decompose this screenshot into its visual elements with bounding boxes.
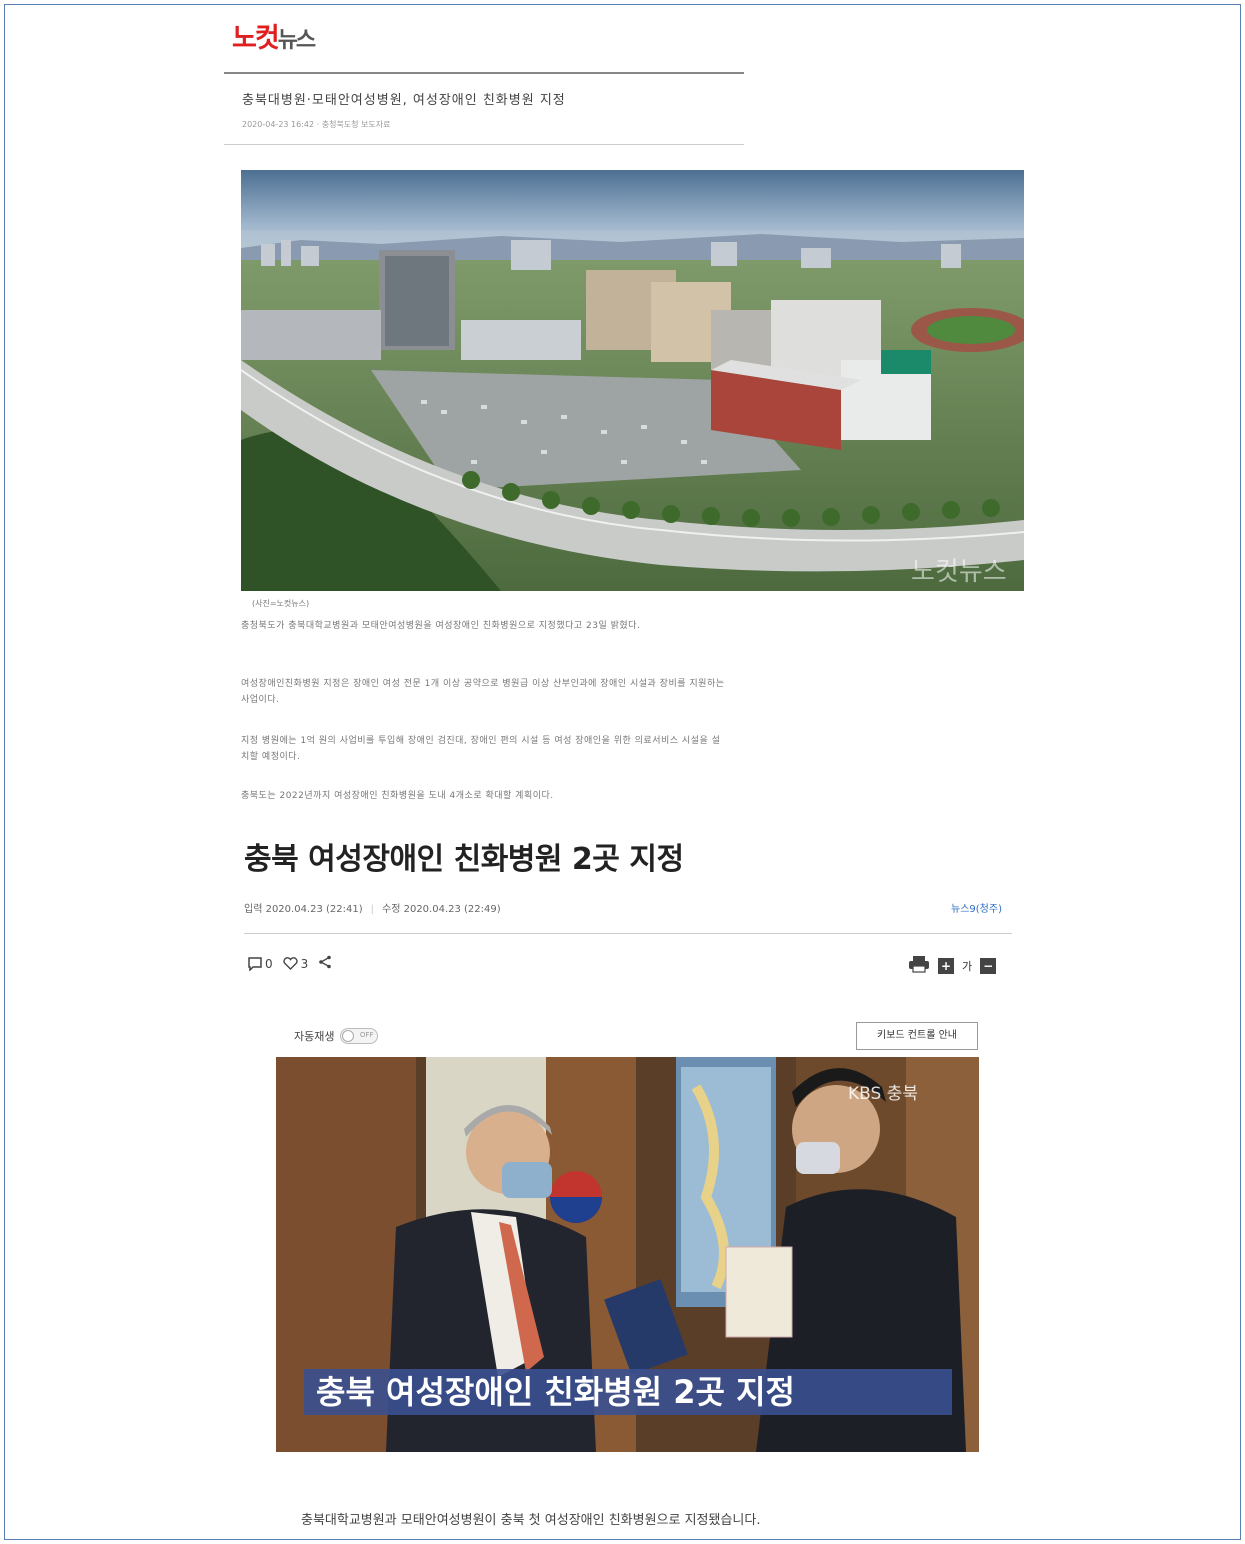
clip-paragraph-2: 여성장애인친화병원 지정은 장애인 여성 전문 1개 이상 공약으로 병원급 이… [241, 679, 725, 705]
article-lead: 충북대학교병원과 모태안여성병원이 충북 첫 여성장애인 친화병원으로 지정됐습… [301, 1513, 761, 1528]
share-button[interactable] [318, 955, 332, 972]
clip-divider [224, 144, 744, 145]
autoplay-control: 자동재생 OFF [294, 1028, 379, 1044]
hospital-aerial-photo: 노컷뉴스 [241, 170, 1024, 591]
modified-date: 수정 2020.04.23 (22:49) [382, 904, 501, 915]
article-title: 충북 여성장애인 친화병원 2곳 지정 [244, 842, 684, 877]
video-player[interactable]: 충북 여성장애인 친화병원 2곳 지정 KBS 충북 [276, 1057, 979, 1452]
clip-paragraph-1: 충청북도가 충북대학교병원과 모태안여성병원을 여성장애인 친화병원으로 지정했… [241, 621, 641, 631]
clip-paragraph-3: 지정 병원에는 1억 원의 사업비를 투입해 장애인 검진대, 장애인 편의 시… [241, 736, 721, 762]
photo-watermark: 노컷뉴스 [911, 557, 1007, 587]
comment-icon [248, 956, 262, 971]
broadcaster-logo: KBS 충북 [848, 1084, 918, 1104]
autoplay-label: 자동재생 [294, 1030, 335, 1043]
share-icon [319, 955, 332, 969]
keyboard-guide-button[interactable]: 키보드 컨트롤 안내 [856, 1022, 978, 1050]
print-button[interactable] [908, 955, 930, 976]
clip-date: 2020-04-23 16:42 · 충청북도청 보도자료 [242, 120, 391, 129]
font-size-label: 가 [962, 959, 973, 973]
font-increase-icon[interactable]: + [938, 957, 954, 974]
like-count: 3 [300, 956, 309, 971]
meta-divider [244, 933, 1012, 934]
autoplay-state: OFF [359, 1031, 374, 1039]
header-divider [224, 72, 744, 74]
photo-caption: (사진=노컷뉴스) [252, 599, 310, 608]
like-button[interactable]: 3 [283, 956, 309, 971]
video-caption: 충북 여성장애인 친화병원 2곳 지정 [316, 1373, 795, 1411]
autoplay-toggle[interactable]: OFF [340, 1028, 379, 1044]
print-icon [909, 956, 929, 973]
clip-paragraph-4: 충북도는 2022년까지 여성장애인 친화병원을 도내 4개소로 확대할 계획이… [241, 791, 554, 801]
site-logo[interactable]: 노컷뉴스 [232, 16, 316, 55]
heart-icon [283, 957, 298, 970]
article-meta: 입력 2020.04.23 (22:41) | 수정 2020.04.23 (22:… [244, 904, 501, 915]
input-date: 입력 2020.04.23 (22:41) [244, 904, 363, 915]
clip-title: 충북대병원·모태안여성병원, 여성장애인 친화병원 지정 [242, 93, 566, 108]
tools-toolbar: + 가 − [908, 955, 997, 976]
social-toolbar: 0 3 [248, 955, 332, 972]
comment-button[interactable]: 0 [248, 957, 273, 971]
article-source-link[interactable]: 뉴스9(청주) [951, 900, 1002, 915]
comment-count: 0 [265, 956, 273, 971]
font-decrease-icon[interactable]: − [980, 957, 997, 974]
